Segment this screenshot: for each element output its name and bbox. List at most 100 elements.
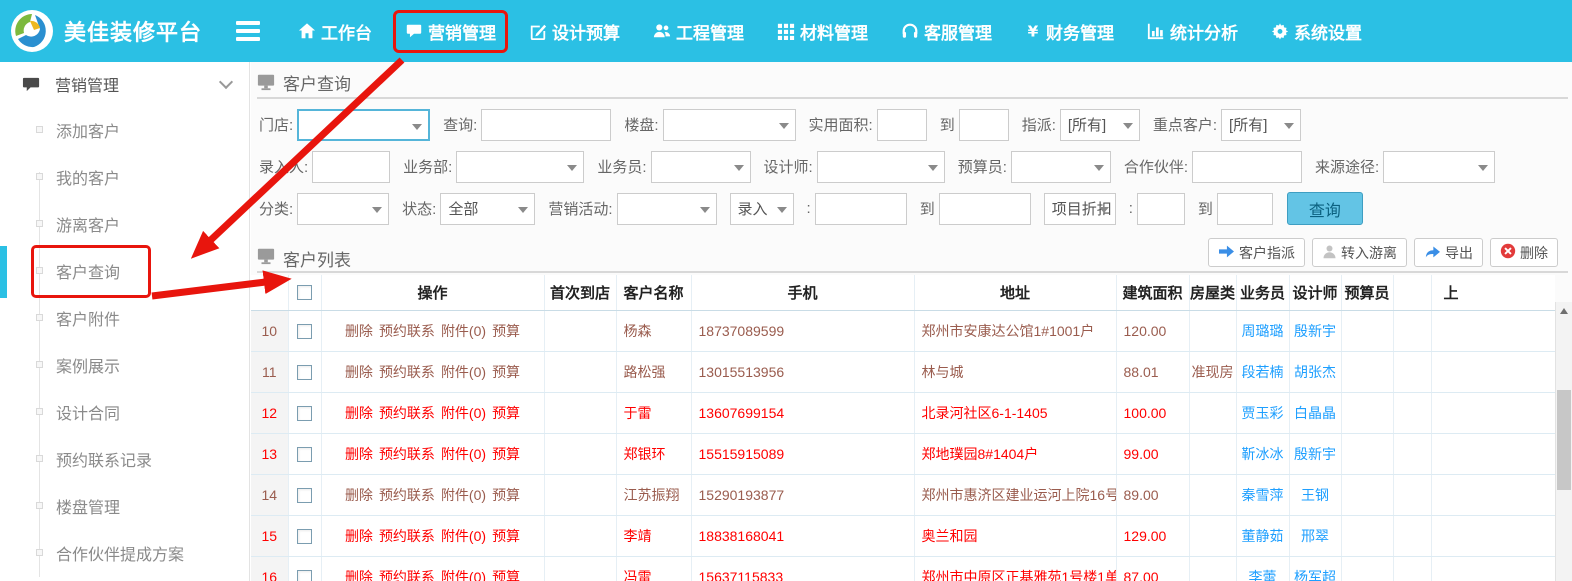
scrollbar-thumb[interactable]: [1557, 390, 1571, 490]
nav-item-design-budget[interactable]: 设计预算: [517, 10, 632, 53]
op-attachment-link[interactable]: 附件(0): [441, 528, 486, 544]
row-checkbox[interactable]: [297, 529, 312, 544]
op-appointment-link[interactable]: 预约联系: [379, 528, 435, 544]
key-customer-select[interactable]: [所有]: [1221, 109, 1301, 141]
source-select[interactable]: [1383, 151, 1495, 183]
op-budget-link[interactable]: 预算: [492, 446, 520, 462]
designer-link[interactable]: 殷新宇: [1294, 446, 1336, 462]
op-budget-link[interactable]: 预算: [492, 487, 520, 503]
designer-link[interactable]: 王钢: [1301, 487, 1329, 503]
row-checkbox[interactable]: [297, 447, 312, 462]
sidebar-item-partner-commission[interactable]: 合作伙伴提成方案: [0, 529, 249, 576]
op-attachment-link[interactable]: 附件(0): [441, 569, 486, 581]
salesman-link[interactable]: 靳冰冰: [1242, 446, 1284, 462]
op-appointment-link[interactable]: 预约联系: [379, 446, 435, 462]
op-budget-link[interactable]: 预算: [492, 405, 520, 421]
op-delete-link[interactable]: 删除: [345, 487, 373, 503]
entered-by-input[interactable]: [312, 151, 390, 183]
op-delete-link[interactable]: 删除: [345, 446, 373, 462]
nav-item-marketing[interactable]: 营销管理: [393, 10, 508, 53]
export-button[interactable]: 导出: [1414, 238, 1483, 267]
salesman-link[interactable]: 段若楠: [1242, 364, 1284, 380]
designer-link[interactable]: 白晶晶: [1294, 405, 1336, 421]
op-budget-link[interactable]: 预算: [492, 528, 520, 544]
property-select[interactable]: [663, 109, 796, 141]
sidebar-item-customer-attachments[interactable]: 客户附件: [0, 294, 249, 341]
designer-link[interactable]: 杨军超: [1294, 569, 1336, 581]
op-appointment-link[interactable]: 预约联系: [379, 405, 435, 421]
menu-toggle-icon[interactable]: [236, 21, 260, 41]
salesman-link[interactable]: 周璐璐: [1242, 323, 1284, 339]
discount-from-input[interactable]: [1137, 193, 1185, 225]
nav-item-settings[interactable]: 系统设置: [1259, 10, 1374, 53]
op-appointment-link[interactable]: 预约联系: [379, 364, 435, 380]
date-field-select[interactable]: 录入: [730, 193, 794, 225]
op-delete-link[interactable]: 删除: [345, 569, 373, 581]
op-appointment-link[interactable]: 预约联系: [379, 323, 435, 339]
usable-area-max-input[interactable]: [959, 109, 1009, 141]
status-select[interactable]: 全部: [440, 193, 535, 225]
row-checkbox[interactable]: [297, 488, 312, 503]
nav-item-finance[interactable]: ¥财务管理: [1013, 10, 1126, 53]
op-attachment-link[interactable]: 附件(0): [441, 364, 486, 380]
nav-item-materials[interactable]: 材料管理: [765, 10, 880, 53]
designer-link[interactable]: 殷新宇: [1294, 323, 1336, 339]
nav-item-engineering[interactable]: 工程管理: [641, 10, 756, 53]
op-attachment-link[interactable]: 附件(0): [441, 446, 486, 462]
estimator-select[interactable]: [1011, 151, 1111, 183]
partner-input[interactable]: [1192, 151, 1302, 183]
row-checkbox[interactable]: [297, 365, 312, 380]
sidebar-item-my-customers[interactable]: 我的客户: [0, 153, 249, 200]
category-select[interactable]: [297, 193, 389, 225]
salesman-link[interactable]: 贾玉彩: [1242, 405, 1284, 421]
nav-item-customer-service[interactable]: 客服管理: [889, 10, 1004, 53]
op-attachment-link[interactable]: 附件(0): [441, 323, 486, 339]
sidebar-group-marketing[interactable]: 营销管理: [0, 62, 249, 106]
salesman-link[interactable]: 李蕾: [1249, 569, 1277, 581]
sidebar-item-appointment-records[interactable]: 预约联系记录: [0, 435, 249, 482]
keyword-input[interactable]: [481, 109, 611, 141]
op-budget-link[interactable]: 预算: [492, 364, 520, 380]
sidebar-item-design-contract[interactable]: 设计合同: [0, 388, 249, 435]
op-delete-link[interactable]: 删除: [345, 364, 373, 380]
op-delete-link[interactable]: 删除: [345, 405, 373, 421]
row-checkbox[interactable]: [297, 406, 312, 421]
sidebar-item-property-management[interactable]: 楼盘管理: [0, 482, 249, 529]
designer-link[interactable]: 胡张杰: [1294, 364, 1336, 380]
assign-customer-button[interactable]: 客户指派: [1208, 238, 1305, 267]
vertical-scrollbar[interactable]: [1555, 302, 1572, 581]
date-from-input[interactable]: [815, 193, 907, 225]
sidebar-item-case-display[interactable]: 案例展示: [0, 341, 249, 388]
discount-to-input[interactable]: [1217, 193, 1273, 225]
discount-field-select[interactable]: 项目折扣: [1044, 193, 1116, 225]
op-delete-link[interactable]: 删除: [345, 323, 373, 339]
scroll-up-button[interactable]: [1556, 302, 1572, 319]
usable-area-min-input[interactable]: [877, 109, 927, 141]
salesman-link[interactable]: 董静茹: [1242, 528, 1284, 544]
op-appointment-link[interactable]: 预约联系: [379, 487, 435, 503]
assign-select[interactable]: [所有]: [1060, 109, 1140, 141]
delete-button[interactable]: 删除: [1490, 238, 1558, 267]
op-attachment-link[interactable]: 附件(0): [441, 405, 486, 421]
designer-select[interactable]: [817, 151, 945, 183]
campaign-select[interactable]: [617, 193, 717, 225]
row-checkbox[interactable]: [297, 324, 312, 339]
row-checkbox[interactable]: [297, 570, 312, 581]
nav-item-workbench[interactable]: 工作台: [286, 10, 384, 53]
to-stray-button[interactable]: 转入游离: [1312, 238, 1407, 267]
salesman-select[interactable]: [651, 151, 751, 183]
select-all-checkbox[interactable]: [297, 285, 312, 300]
search-button[interactable]: 查询: [1287, 192, 1363, 225]
op-delete-link[interactable]: 删除: [345, 528, 373, 544]
op-budget-link[interactable]: 预算: [492, 569, 520, 581]
op-budget-link[interactable]: 预算: [492, 323, 520, 339]
sidebar-item-add-customer[interactable]: 添加客户: [0, 106, 249, 153]
salesman-link[interactable]: 秦雪萍: [1242, 487, 1284, 503]
date-to-input[interactable]: [939, 193, 1031, 225]
designer-link[interactable]: 邢翠: [1301, 528, 1329, 544]
nav-item-statistics[interactable]: 统计分析: [1135, 10, 1250, 53]
sidebar-item-stray-customers[interactable]: 游离客户: [0, 200, 249, 247]
op-appointment-link[interactable]: 预约联系: [379, 569, 435, 581]
op-attachment-link[interactable]: 附件(0): [441, 487, 486, 503]
sales-dept-select[interactable]: [456, 151, 584, 183]
